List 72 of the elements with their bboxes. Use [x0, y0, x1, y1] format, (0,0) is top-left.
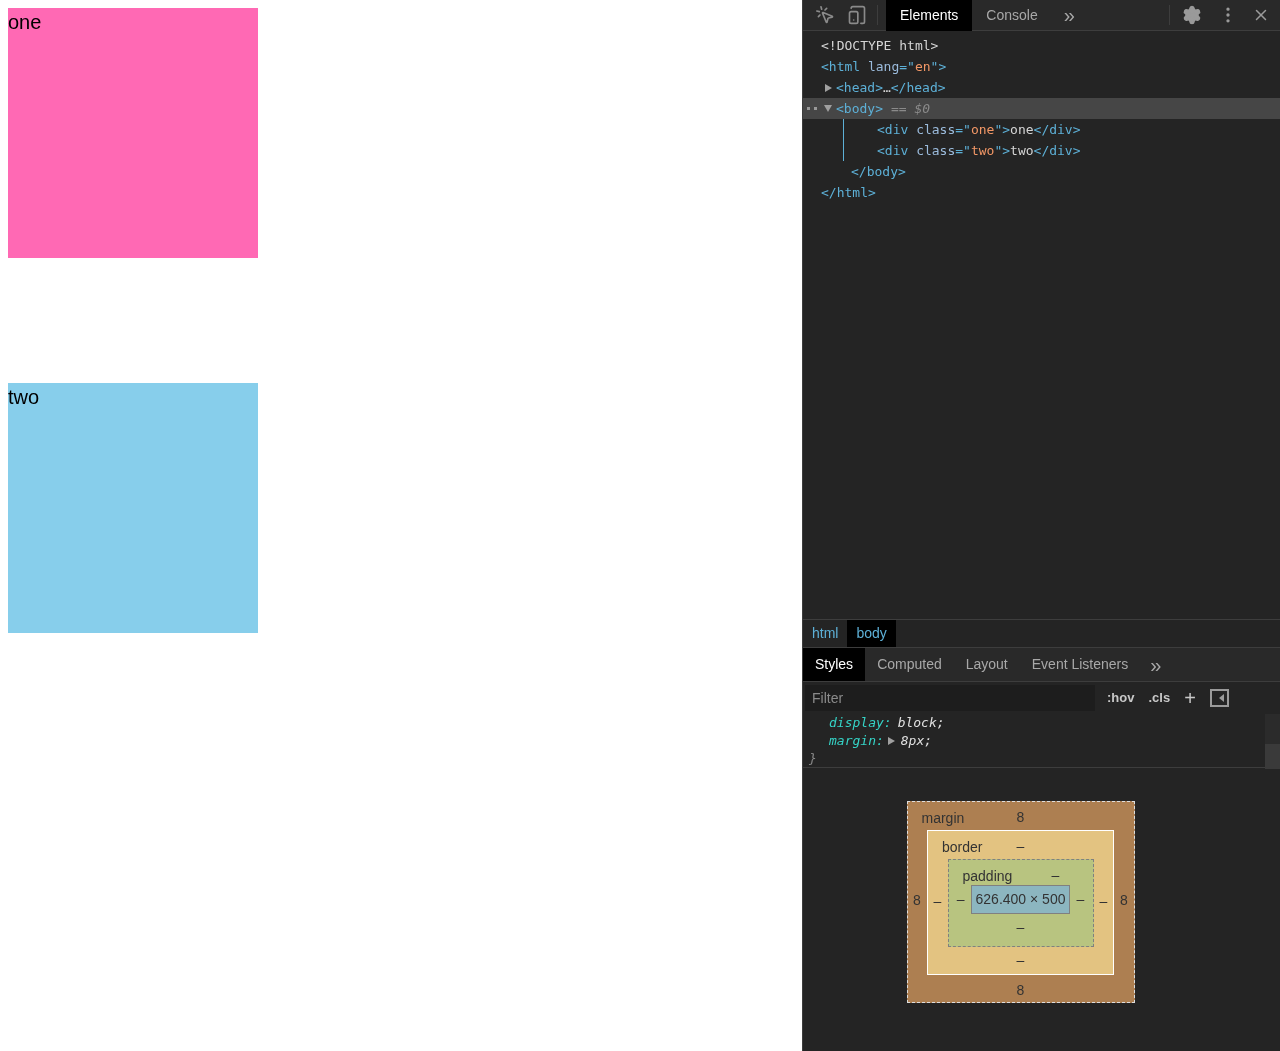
margin-value: 8: [1016, 808, 1025, 826]
code-token: two: [1010, 141, 1034, 160]
padding-label: padding: [962, 867, 1013, 886]
margin-value: 8: [912, 891, 922, 910]
code-token: </div>: [1033, 120, 1081, 139]
caret-down-icon[interactable]: [824, 105, 832, 112]
sidebar-toggle-icon[interactable]: [1209, 689, 1229, 707]
tab[interactable]: Elements: [886, 0, 973, 31]
code-token: <head>: [836, 78, 883, 97]
caret-right-icon[interactable]: [825, 83, 832, 92]
inspect-icon[interactable]: [815, 5, 835, 25]
css-property: display:: [829, 714, 892, 732]
code-token: </html>: [821, 183, 876, 202]
margin-value: 8: [1119, 891, 1129, 910]
code-token: ">: [930, 57, 947, 76]
padding-value: –: [1075, 890, 1086, 909]
tab[interactable]: Console: [972, 0, 1052, 31]
code-token: =": [955, 141, 971, 160]
padding-value: –: [1051, 866, 1060, 884]
class-button[interactable]: .cls: [1148, 688, 1171, 708]
breadcrumb[interactable]: html: [803, 620, 848, 647]
rule-brace: }: [809, 751, 817, 766]
code-token: one: [970, 120, 995, 139]
caret-right-icon[interactable]: [887, 737, 895, 745]
ellipsis-icon: [807, 107, 817, 110]
code-token: <!DOCTYPE html>: [821, 36, 939, 55]
code-token: =": [899, 57, 915, 76]
css-value: block;: [897, 714, 945, 732]
border-label: border: [942, 838, 983, 857]
code-token: one: [1010, 120, 1034, 139]
code-token: <div: [877, 141, 909, 160]
tab[interactable]: Layout: [953, 648, 1020, 681]
code-token: en: [914, 57, 931, 76]
tab[interactable]: Styles: [803, 648, 866, 681]
code-token: =": [955, 120, 971, 139]
device-icon[interactable]: [847, 5, 867, 25]
border-value: –: [1098, 891, 1109, 911]
code-token: …: [882, 78, 891, 97]
tab[interactable]: Event Listeners: [1019, 648, 1141, 681]
padding-value: –: [1016, 918, 1025, 936]
css-value: 8px;: [900, 732, 933, 750]
colored-box: one: [8, 8, 258, 258]
border-value: –: [1016, 951, 1025, 969]
tab[interactable]: Computed: [865, 648, 954, 681]
css-property: margin:: [829, 732, 884, 750]
hover-state-button[interactable]: :hov: [1107, 688, 1135, 708]
code-token: ">: [994, 141, 1011, 160]
margin-label: margin: [921, 809, 965, 828]
settings-icon[interactable]: [1182, 5, 1202, 25]
breadcrumb[interactable]: body: [847, 620, 896, 647]
code-token: </body>: [851, 162, 906, 181]
border-value: –: [932, 891, 943, 911]
padding-value: –: [955, 890, 966, 909]
code-token: </head>: [890, 78, 946, 97]
code-token: class: [915, 141, 956, 160]
code-token: ">: [994, 120, 1011, 139]
colored-box: two: [8, 383, 258, 633]
code-token: lang: [866, 57, 900, 76]
selected-node-marker: == $0: [890, 99, 931, 118]
code-token: two: [970, 141, 995, 160]
code-token: </div>: [1033, 141, 1081, 160]
code-token: class: [915, 120, 956, 139]
filter-field[interactable]: Filter: [805, 685, 1095, 711]
margin-value: 8: [1016, 981, 1025, 999]
code-token: <body>: [836, 99, 883, 118]
border-value: –: [1016, 837, 1025, 855]
content-box: 626.400 × 500: [970, 885, 1071, 914]
more-tabs-button[interactable]: »: [1150, 648, 1162, 681]
code-token: <div: [877, 120, 909, 139]
new-rule-button[interactable]: +: [1184, 688, 1196, 708]
code-token: <html: [821, 57, 861, 76]
more-tabs-button[interactable]: »: [1063, 0, 1075, 30]
